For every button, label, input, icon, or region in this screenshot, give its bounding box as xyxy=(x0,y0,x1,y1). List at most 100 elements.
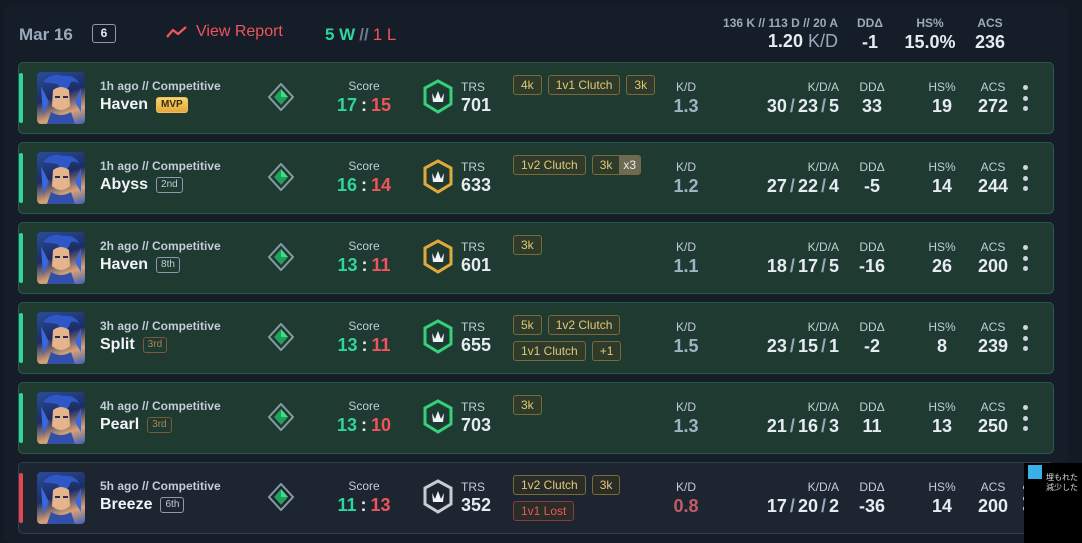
kd-label: K/D xyxy=(675,240,696,254)
kda-sep: / xyxy=(789,416,795,436)
match-row[interactable]: 3h ago // Competitive Split 3rd Score 13… xyxy=(18,302,1054,374)
kda-sep: / xyxy=(820,96,826,116)
trs-green-icon xyxy=(423,319,453,354)
map-name: Split xyxy=(100,336,135,353)
day-kd: 1.20 K/D xyxy=(704,31,838,52)
ad-widget[interactable]: 埋もれた 減少した xyxy=(1024,463,1082,543)
acs-label: ACS xyxy=(980,240,1006,254)
hs-value: 26 xyxy=(931,256,953,276)
acs-label: ACS xyxy=(980,160,1006,174)
more-options-icon[interactable] xyxy=(1019,245,1031,271)
hs-stat: HS% 26 xyxy=(915,240,969,277)
highlight-tag-label: 3k xyxy=(599,158,613,172)
score-label: Score xyxy=(348,159,380,173)
hs-stat: HS% 19 xyxy=(915,80,969,117)
kda-stat: K/D/A 18/17/5 xyxy=(719,240,839,277)
trs-label: TRS xyxy=(461,400,485,414)
hs-label: HS% xyxy=(928,400,956,414)
score-team: 13 xyxy=(336,415,357,435)
highlight-tag: 3k xyxy=(626,75,656,95)
kda-sep: / xyxy=(789,256,795,276)
match-row[interactable]: 1h ago // Competitive Haven MVP Score 17… xyxy=(18,62,1054,134)
score-enemy: 13 xyxy=(370,495,391,515)
day-hs-stat: HS% 15.0% xyxy=(902,16,958,53)
agent-avatar xyxy=(37,312,85,364)
map-name: Pearl xyxy=(100,416,140,433)
match-time-mode: 3h ago // Competitive xyxy=(100,319,221,333)
hs-value: 14 xyxy=(931,496,953,516)
map-line: Haven MVP xyxy=(100,96,221,114)
kills: 30 xyxy=(766,96,787,116)
hs-stat: HS% 8 xyxy=(915,320,969,357)
kd-label: K/D xyxy=(675,80,696,94)
kda-label: K/D/A xyxy=(807,480,839,494)
hs-stat: HS% 14 xyxy=(915,480,969,517)
match-time-mode: 2h ago // Competitive xyxy=(100,239,221,253)
dd-label: DDΔ xyxy=(859,400,885,414)
hs-value: 14 xyxy=(931,176,953,196)
dd-stat: DDΔ -2 xyxy=(847,320,897,357)
kd-stat: K/D 1.3 xyxy=(659,80,713,117)
match-row[interactable]: 2h ago // Competitive Haven 8th Score 13… xyxy=(18,222,1054,294)
day-hs-value: 15.0% xyxy=(904,32,956,52)
more-options-icon[interactable] xyxy=(1019,325,1031,351)
match-meta: 3h ago // Competitive Split 3rd xyxy=(100,319,221,354)
kda-sep: / xyxy=(820,336,826,356)
trs-label: TRS xyxy=(461,240,485,254)
acs-stat: ACS 250 xyxy=(971,400,1015,437)
acs-stat: ACS 272 xyxy=(971,80,1015,117)
highlight-tag-label: 5k xyxy=(521,318,534,332)
score-separator: : xyxy=(361,415,367,435)
agent-avatar xyxy=(37,232,85,284)
kd-value: 0.8 xyxy=(673,496,699,516)
result-indicator xyxy=(19,313,23,363)
deaths: 20 xyxy=(797,496,818,516)
kills: 27 xyxy=(766,176,787,196)
acs-label: ACS xyxy=(980,80,1006,94)
score-value: 11:13 xyxy=(319,495,409,516)
match-time-mode: 5h ago // Competitive xyxy=(100,479,221,493)
match-score: Score 16:14 xyxy=(319,159,409,196)
view-report-button[interactable]: View Report xyxy=(166,23,283,41)
map-name: Abyss xyxy=(100,176,149,193)
highlight-tag-label: 4k xyxy=(521,78,534,92)
dd-stat: DDΔ 11 xyxy=(847,400,897,437)
kda-label: K/D/A xyxy=(807,80,839,94)
kills: 17 xyxy=(766,496,787,516)
result-indicator xyxy=(19,233,23,283)
highlight-tag: +1 xyxy=(591,341,622,361)
dd-value: 33 xyxy=(861,96,883,116)
match-count-badge: 6 xyxy=(92,24,116,43)
result-indicator xyxy=(19,153,23,203)
more-options-icon[interactable] xyxy=(1019,405,1031,431)
trs-rating: TRS 633 xyxy=(461,160,491,196)
kda-stat: K/D/A 21/16/3 xyxy=(719,400,839,437)
map-line: Breeze 6th xyxy=(100,496,221,514)
placement-badge: 3rd xyxy=(147,417,172,433)
map-line: Haven 8th xyxy=(100,256,221,274)
kd-stat: K/D 1.5 xyxy=(659,320,713,357)
wl-separator: // xyxy=(359,25,369,44)
kda-stat: K/D/A 17/20/2 xyxy=(719,480,839,517)
highlight-tag: 1v1 Clutch xyxy=(547,75,621,95)
more-options-icon[interactable] xyxy=(1019,165,1031,191)
trs-label: TRS xyxy=(461,160,485,174)
dd-value: -5 xyxy=(863,176,880,196)
kda-label: K/D/A xyxy=(807,320,839,334)
match-row[interactable]: 4h ago // Competitive Pearl 3rd Score 13… xyxy=(18,382,1054,454)
assists: 2 xyxy=(828,496,839,516)
placement-badge: MVP xyxy=(156,97,188,113)
ad-text: 埋もれた 減少した xyxy=(1046,473,1078,493)
highlight-tag: 5k xyxy=(513,315,542,335)
ad-choices-icon[interactable] xyxy=(1028,465,1042,479)
map-line: Split 3rd xyxy=(100,336,221,354)
match-row[interactable]: 1h ago // Competitive Abyss 2nd Score 16… xyxy=(18,142,1054,214)
trs-rating: TRS 655 xyxy=(461,320,491,356)
dd-stat: DDΔ -5 xyxy=(847,160,897,197)
score-enemy: 15 xyxy=(371,95,392,115)
match-row[interactable]: 5h ago // Competitive Breeze 6th Score 1… xyxy=(18,462,1054,534)
more-options-icon[interactable] xyxy=(1019,85,1031,111)
highlight-tag: 1v1 Lost xyxy=(513,501,575,521)
score-enemy: 14 xyxy=(371,175,392,195)
kda-stat: K/D/A 30/23/5 xyxy=(719,80,839,117)
